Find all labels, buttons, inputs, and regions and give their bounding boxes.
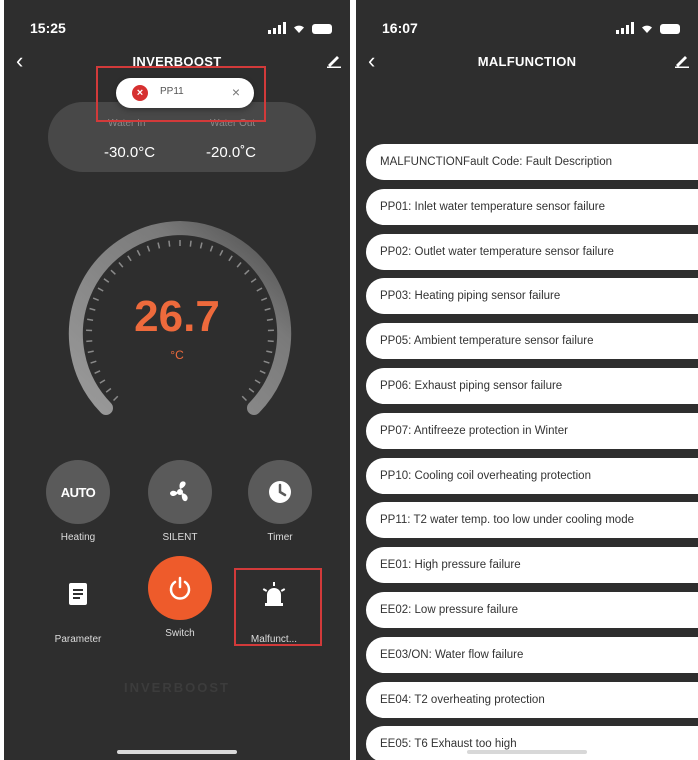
parameter-button[interactable]: Parameter xyxy=(38,562,118,645)
battery-icon xyxy=(312,24,332,34)
battery-icon xyxy=(660,24,680,34)
fault-list-item: PP10: Cooling coil overheating protectio… xyxy=(366,457,698,494)
fault-list-item: PP11: T2 water temp. too low under cooli… xyxy=(366,502,698,539)
fault-list-item: PP01: Inlet water temperature sensor fai… xyxy=(366,188,698,225)
clock-icon xyxy=(248,460,312,524)
edit-icon[interactable] xyxy=(674,52,690,68)
fault-list-item: PP06: Exhaust piping sensor failure xyxy=(366,368,698,404)
fault-list-item: PP07: Antifreeze protection in Winter xyxy=(366,412,698,449)
fault-list-item: EE02: Low pressure failure xyxy=(366,592,698,628)
mode-heating-label: Heating xyxy=(60,532,96,543)
brand-watermark: INVERBOOST xyxy=(124,680,230,695)
fan-icon xyxy=(148,460,212,524)
system-icons xyxy=(616,22,680,34)
mode-silent-button[interactable]: SILENT xyxy=(140,460,220,543)
system-icons xyxy=(268,22,332,34)
wifi-icon xyxy=(642,25,652,33)
switch-button[interactable]: Switch xyxy=(140,556,220,639)
fault-list-item: EE05: T6 Exhaust too high xyxy=(366,726,698,760)
home-indicator[interactable] xyxy=(117,750,237,754)
water-in-value: -30.0°C xyxy=(104,144,156,161)
parameter-label: Parameter xyxy=(54,634,102,645)
inverboost-home-screen: 15:25 ‹ INVERBOOST Water In Water Out -3… xyxy=(4,0,350,760)
water-out-value: -20.0˚C xyxy=(206,144,257,161)
status-time: 16:07 xyxy=(382,20,418,36)
fault-list-item: PP02: Outlet water temperature sensor fa… xyxy=(366,233,698,270)
page-title: MALFUNCTION xyxy=(477,54,577,69)
signal-icon xyxy=(268,22,286,34)
fault-list-item: PP05: Ambient temperature sensor failure xyxy=(366,323,698,360)
status-bar: 16:07 xyxy=(382,20,680,40)
fault-list-item: EE04: T2 overheating protection xyxy=(366,681,698,718)
auto-mode-icon: AUTO xyxy=(46,460,110,524)
timer-button[interactable]: Timer xyxy=(240,460,320,543)
malfunction-screen: 16:07 ‹ MALFUNCTION MALFUNCTIONFault Cod… xyxy=(356,0,698,760)
temperature-unit: °C xyxy=(170,348,184,362)
nav-bar: ‹ MALFUNCTION xyxy=(356,50,698,74)
temperature-value: 26.7 xyxy=(134,292,220,341)
timer-label: Timer xyxy=(267,532,293,543)
status-bar: 15:25 xyxy=(30,20,332,40)
switch-label: Switch xyxy=(165,628,195,639)
fault-list-header: MALFUNCTIONFault Code: Fault Description xyxy=(366,144,698,180)
document-icon xyxy=(46,562,110,626)
signal-icon xyxy=(616,22,634,34)
fault-list-item: EE01: High pressure failure xyxy=(366,547,698,584)
status-time: 15:25 xyxy=(30,20,66,36)
mode-silent-label: SILENT xyxy=(162,532,198,543)
highlight-box-malfunction xyxy=(234,568,322,646)
mode-heating-button[interactable]: AUTO Heating xyxy=(38,460,118,543)
wifi-icon xyxy=(294,25,304,33)
home-indicator[interactable] xyxy=(467,750,587,754)
fault-list-item: PP03: Heating piping sensor failure xyxy=(366,278,698,315)
highlight-box-toast xyxy=(96,66,266,122)
fault-list-item: EE03/ON: Water flow failure xyxy=(366,636,698,673)
edit-icon[interactable] xyxy=(326,52,342,68)
power-icon xyxy=(148,556,212,620)
